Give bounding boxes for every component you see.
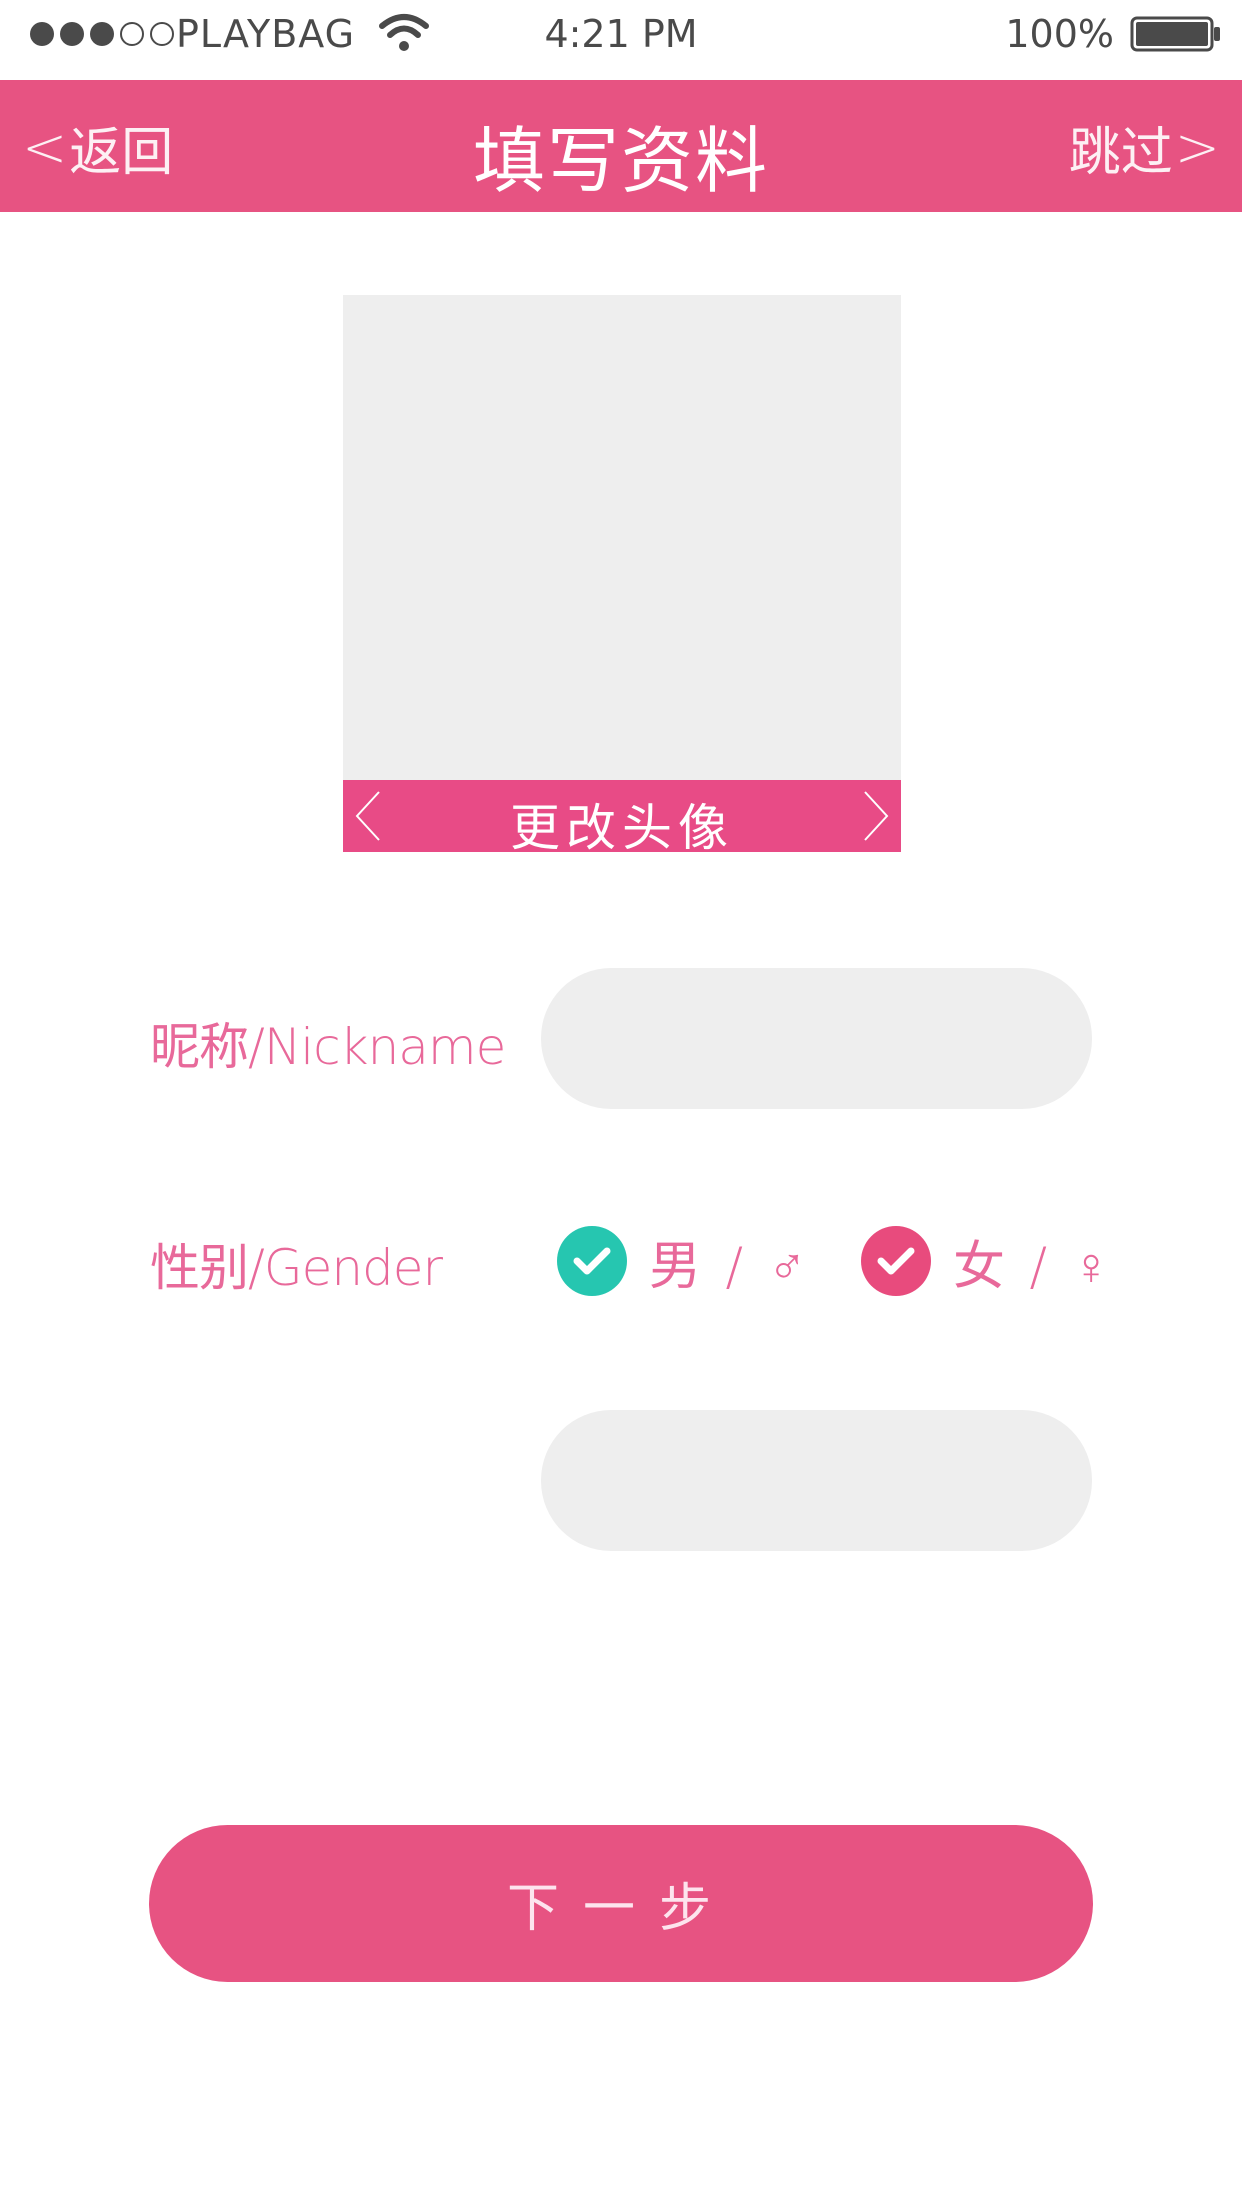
skip-label: 跳过	[1068, 123, 1173, 183]
gender-female-label: 女 / ♀	[953, 1236, 1115, 1297]
gender-option-female[interactable]: 女 / ♀	[861, 1224, 1115, 1298]
skip-button[interactable]: 跳过 >	[1069, 110, 1220, 185]
battery-percent: 100%	[1005, 12, 1114, 56]
change-avatar-label: 更改头像	[510, 799, 734, 857]
status-bar: PLAYBAG 4:21 PM 100%	[0, 0, 1242, 80]
next-step-button[interactable]: 下一步	[149, 1825, 1093, 1982]
gender-male-label: 男 / ♂	[649, 1236, 811, 1297]
chevron-right-icon[interactable]	[861, 790, 891, 842]
avatar-image[interactable]	[343, 295, 901, 851]
checkmark-icon	[573, 1247, 611, 1275]
chevron-right-icon: >	[1174, 116, 1220, 179]
page-title: 填写资料	[472, 119, 769, 203]
gender-label: 性别/Gender	[150, 1239, 443, 1297]
checkmark-icon	[877, 1247, 915, 1275]
check-circle-icon[interactable]	[557, 1226, 627, 1296]
change-avatar-button[interactable]: 更改头像	[343, 780, 901, 857]
battery-icon	[1130, 16, 1220, 52]
gender-option-male[interactable]: 男 / ♂	[557, 1224, 811, 1298]
nickname-input[interactable]	[541, 968, 1092, 1109]
nickname-label: 昵称/Nickname	[150, 1018, 506, 1076]
extra-input[interactable]	[541, 1410, 1092, 1551]
nav-header: < 返回 填写资料 跳过 >	[0, 80, 1242, 212]
check-circle-icon[interactable]	[861, 1226, 931, 1296]
